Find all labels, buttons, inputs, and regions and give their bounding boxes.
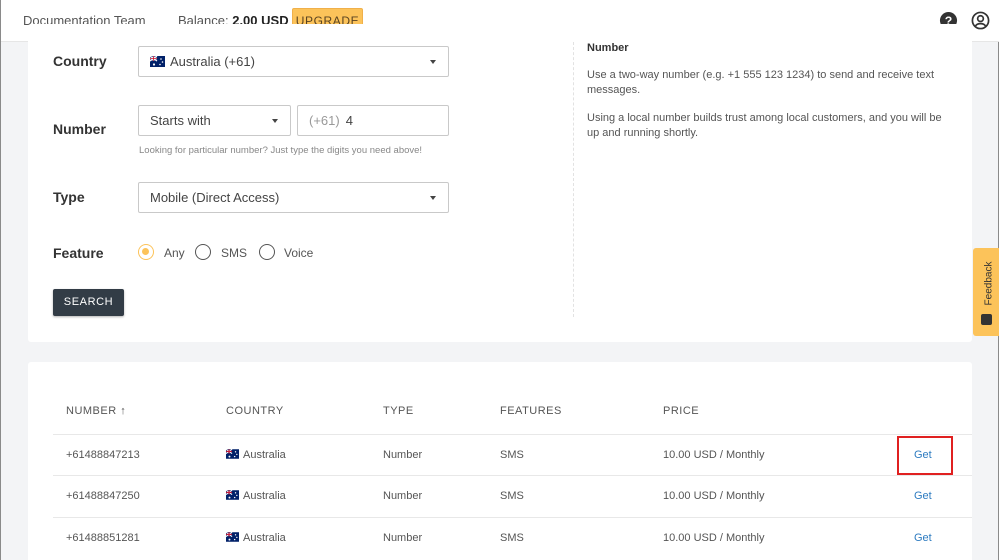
- type-label: Type: [53, 189, 85, 205]
- get-number-button[interactable]: Get: [914, 490, 932, 502]
- number-prefix: (+61): [309, 113, 340, 128]
- row-number: +61488847213: [66, 449, 140, 461]
- number-input-value: 4: [345, 113, 353, 128]
- row-country: Australia: [226, 532, 286, 544]
- feature-radio-sms-label[interactable]: SMS: [221, 246, 247, 260]
- feedback-label: Feedback: [983, 261, 995, 306]
- type-select[interactable]: Mobile (Direct Access): [138, 182, 449, 213]
- row-type: Number: [383, 532, 423, 544]
- column-header-country: COUNTRY: [226, 405, 284, 417]
- feedback-tab[interactable]: Feedback: [973, 248, 999, 336]
- column-header-price: PRICE: [663, 405, 700, 417]
- australia-flag-icon: [226, 532, 239, 542]
- number-match-select[interactable]: Starts with: [138, 105, 291, 136]
- search-button[interactable]: SEARCH: [53, 289, 124, 316]
- row-country-name: Australia: [243, 490, 286, 502]
- row-number: +61488851281: [66, 532, 140, 544]
- australia-flag-icon: [226, 490, 239, 500]
- table-divider: [53, 517, 972, 518]
- feature-radio-voice-label[interactable]: Voice: [284, 246, 313, 260]
- column-divider: [573, 42, 574, 317]
- table-divider: [53, 434, 972, 435]
- feature-label: Feature: [53, 245, 104, 261]
- australia-flag-icon: [226, 449, 239, 459]
- chevron-down-icon: [430, 60, 436, 64]
- column-header-features: FEATURES: [500, 405, 562, 417]
- number-hint: Looking for particular number? Just type…: [139, 145, 423, 156]
- row-country-name: Australia: [243, 532, 286, 544]
- row-price: 10.00 USD / Monthly: [663, 532, 765, 544]
- feedback-smiley-icon: [981, 314, 992, 325]
- table-divider: [53, 475, 972, 476]
- row-features: SMS: [500, 490, 524, 502]
- number-input[interactable]: (+61) 4: [297, 105, 449, 136]
- column-header-type: TYPE: [383, 405, 414, 417]
- number-match-value: Starts with: [150, 113, 211, 128]
- row-price: 10.00 USD / Monthly: [663, 490, 765, 502]
- country-label: Country: [53, 53, 107, 69]
- feature-radio-sms[interactable]: [195, 244, 211, 260]
- row-country: Australia: [226, 449, 286, 461]
- row-number: +61488847250: [66, 490, 140, 502]
- feature-radio-voice[interactable]: [259, 244, 275, 260]
- column-header-number[interactable]: NUMBER ↑: [66, 405, 126, 417]
- highlight-box: [897, 436, 953, 475]
- row-features: SMS: [500, 449, 524, 461]
- user-account-icon[interactable]: [971, 11, 990, 30]
- get-number-button[interactable]: Get: [914, 532, 932, 544]
- row-price: 10.00 USD / Monthly: [663, 449, 765, 461]
- row-type: Number: [383, 490, 423, 502]
- row-country-name: Australia: [243, 449, 286, 461]
- country-select[interactable]: Australia (+61): [138, 46, 449, 77]
- row-country: Australia: [226, 490, 286, 502]
- country-value: Australia (+61): [170, 54, 255, 69]
- australia-flag-icon: [150, 56, 165, 67]
- chevron-down-icon: [272, 119, 278, 123]
- feature-radio-any-label[interactable]: Any: [164, 246, 185, 260]
- row-type: Number: [383, 449, 423, 461]
- info-paragraph-1: Use a two-way number (e.g. +1 555 123 12…: [587, 69, 935, 96]
- chevron-down-icon: [430, 196, 436, 200]
- row-features: SMS: [500, 532, 524, 544]
- feature-radio-any[interactable]: [138, 244, 154, 260]
- info-title: Number: [587, 42, 629, 54]
- type-value: Mobile (Direct Access): [150, 190, 280, 205]
- number-label: Number: [53, 121, 106, 137]
- info-paragraph-2: Using a local number builds trust among …: [587, 112, 942, 139]
- results-card: [28, 362, 972, 560]
